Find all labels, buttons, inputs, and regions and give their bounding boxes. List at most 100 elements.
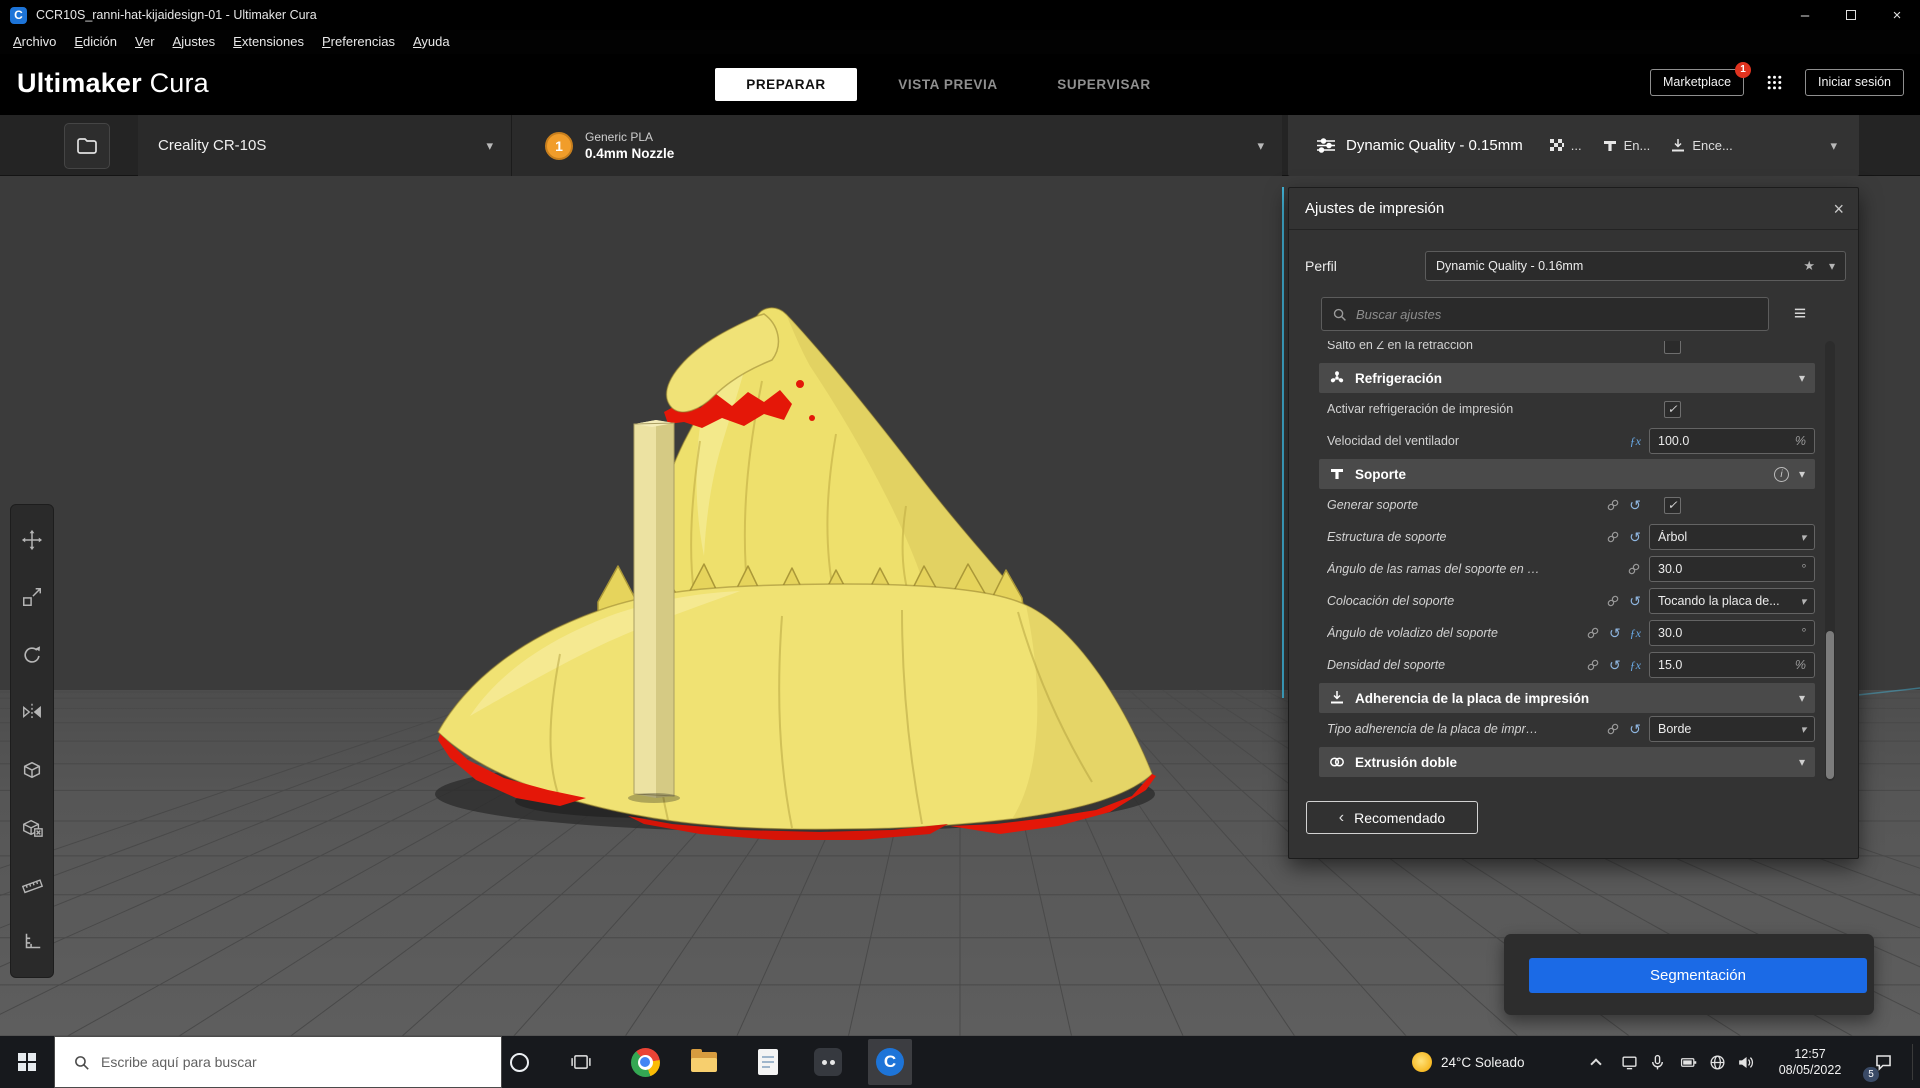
taskbar-search-input[interactable] [101,1054,501,1070]
link-icon[interactable] [1627,562,1641,576]
display-tray-icon[interactable] [1616,1036,1642,1088]
value-field[interactable]: 100.0% [1649,428,1815,454]
fx-icon[interactable]: ƒx [1630,658,1641,673]
settings-search-input[interactable] [1356,307,1758,322]
taskbar-search[interactable] [54,1036,502,1088]
material-selector[interactable]: 1 Generic PLA 0.4mm Nozzle ▾ [512,115,1282,176]
revert-icon[interactable]: ↺ [1609,626,1621,640]
minimize-button[interactable]: – [1782,0,1828,30]
scrollbar-thumb[interactable] [1826,631,1834,779]
checkbox-checked[interactable]: ✓ [1664,497,1681,514]
chrome-icon[interactable] [623,1036,667,1088]
link-icon[interactable] [1606,722,1620,736]
dropdown-field[interactable]: Tocando la placa de...▾ [1649,588,1815,614]
close-icon[interactable]: × [1833,200,1844,218]
menu-archivo[interactable]: Archivo [4,30,65,54]
link-icon[interactable] [1606,594,1620,608]
signin-button[interactable]: Iniciar sesión [1805,69,1904,96]
show-desktop-divider[interactable] [1912,1044,1913,1080]
link-icon[interactable] [1606,498,1620,512]
mirror-tool[interactable] [14,694,50,730]
link-icon[interactable] [1586,626,1600,640]
info-icon[interactable]: i [1774,467,1789,482]
value-field[interactable]: 15.0% [1649,652,1815,678]
start-button[interactable] [0,1036,54,1088]
menu-ver[interactable]: Ver [126,30,164,54]
battery-tray-icon[interactable] [1675,1036,1701,1088]
recommended-mode-button[interactable]: ‹ Recomendado [1306,801,1478,834]
value-field[interactable]: 30.0° [1649,620,1815,646]
open-file-button[interactable] [64,123,110,169]
maximize-button[interactable] [1828,0,1874,30]
task-view-icon[interactable] [559,1036,603,1088]
dropdown-field[interactable]: Borde▾ [1649,716,1815,742]
link-icon[interactable] [1606,530,1620,544]
volume-tray-icon[interactable] [1732,1036,1758,1088]
profile-dropdown[interactable]: Dynamic Quality - 0.16mm ★ ▾ [1425,251,1846,281]
dark-app-icon[interactable] [806,1036,850,1088]
action-center-icon[interactable]: 5 [1863,1036,1903,1088]
fx-icon[interactable]: ƒx [1630,626,1641,641]
tab-preparar[interactable]: PREPARAR [715,68,857,101]
menu-ajustes[interactable]: Ajustes [164,30,225,54]
value-field[interactable]: 30.0° [1649,556,1815,582]
menu-preferencias[interactable]: Preferencias [313,30,404,54]
weather-widget[interactable]: 24°C Soleado [1412,1036,1524,1088]
hat-model[interactable] [438,308,1156,840]
revert-icon[interactable]: ↺ [1609,658,1621,672]
checkbox[interactable] [1664,341,1681,354]
settings-scrollbar[interactable] [1825,341,1835,781]
setting-row-adhesion-type[interactable]: Tipo adherencia de la placa de impresión… [1319,713,1815,745]
star-icon[interactable]: ★ [1803,258,1815,274]
close-button[interactable]: × [1874,0,1920,30]
menu-extensiones[interactable]: Extensiones [224,30,313,54]
setting-row-overhang-angle[interactable]: Ángulo de voladizo del soporte ↺ ƒx 30.0… [1319,617,1815,649]
tab-vista-previa[interactable]: VISTA PREVIA [869,68,1027,101]
section-dual-extrusion[interactable]: Extrusión doble ▾ [1319,747,1815,777]
revert-icon[interactable]: ↺ [1629,498,1641,512]
section-cooling[interactable]: Refrigeración ▾ [1319,363,1815,393]
network-tray-icon[interactable] [1704,1036,1730,1088]
menu-edicion[interactable]: Edición [65,30,126,54]
link-icon[interactable] [1586,658,1600,672]
file-explorer-icon[interactable] [682,1036,726,1088]
printer-selector[interactable]: Creality CR-10S ▾ [138,115,512,176]
apps-grid-icon[interactable] [1766,74,1783,91]
tray-chevron-up-icon[interactable] [1584,1036,1608,1088]
section-support[interactable]: Soporte i ▾ [1319,459,1815,489]
setting-row-tree-branch-angle[interactable]: Ángulo de las ramas del soporte en árbol… [1319,553,1815,585]
setting-row-generate-support[interactable]: Generar soporte ↺ ✓ [1319,489,1815,521]
custom-plugin-tool[interactable] [14,924,50,960]
support-blocker-tool[interactable] [14,809,50,845]
tab-supervisar[interactable]: SUPERVISAR [1039,68,1169,101]
scale-tool[interactable] [14,579,50,615]
marketplace-button[interactable]: Marketplace1 [1650,69,1744,96]
revert-icon[interactable]: ↺ [1629,530,1641,544]
cortana-icon[interactable] [497,1036,541,1088]
menu-ayuda[interactable]: Ayuda [404,30,459,54]
setting-row-zhop[interactable]: Salto en Z en la retracción [1319,341,1815,361]
settings-visibility-menu[interactable]: ≡ [1783,297,1817,331]
per-model-settings-tool[interactable] [14,752,50,788]
revert-icon[interactable]: ↺ [1629,594,1641,608]
notepad-icon[interactable] [746,1036,790,1088]
section-adhesion[interactable]: Adherencia de la placa de impresión ▾ [1319,683,1815,713]
dropdown-field[interactable]: Árbol▾ [1649,524,1815,550]
checkbox-checked[interactable]: ✓ [1664,401,1681,418]
microphone-tray-icon[interactable] [1644,1036,1670,1088]
measure-tool[interactable] [14,867,50,903]
fx-icon[interactable]: ƒx [1630,434,1641,449]
print-settings-summary[interactable]: Dynamic Quality - 0.15mm ... En... Ence.… [1288,115,1859,176]
rotate-tool[interactable] [14,637,50,673]
setting-row-support-placement[interactable]: Colocación del soporte ↺ Tocando la plac… [1319,585,1815,617]
revert-icon[interactable]: ↺ [1629,722,1641,736]
setting-row-support-structure[interactable]: Estructura de soporte ↺ Árbol▾ [1319,521,1815,553]
slice-button[interactable]: Segmentación [1529,958,1867,993]
settings-search[interactable] [1321,297,1769,331]
setting-row-support-density[interactable]: Densidad del soporte ↺ ƒx 15.0% [1319,649,1815,681]
setting-row-fan-speed[interactable]: Velocidad del ventilador ƒx 100.0% [1319,425,1815,457]
setting-row-cooling-enabled[interactable]: Activar refrigeración de impresión ✓ [1319,393,1815,425]
cura-taskbar-icon[interactable]: C [868,1036,912,1088]
taskbar-clock[interactable]: 12:57 08/05/2022 [1770,1036,1850,1088]
move-tool[interactable] [14,522,50,558]
